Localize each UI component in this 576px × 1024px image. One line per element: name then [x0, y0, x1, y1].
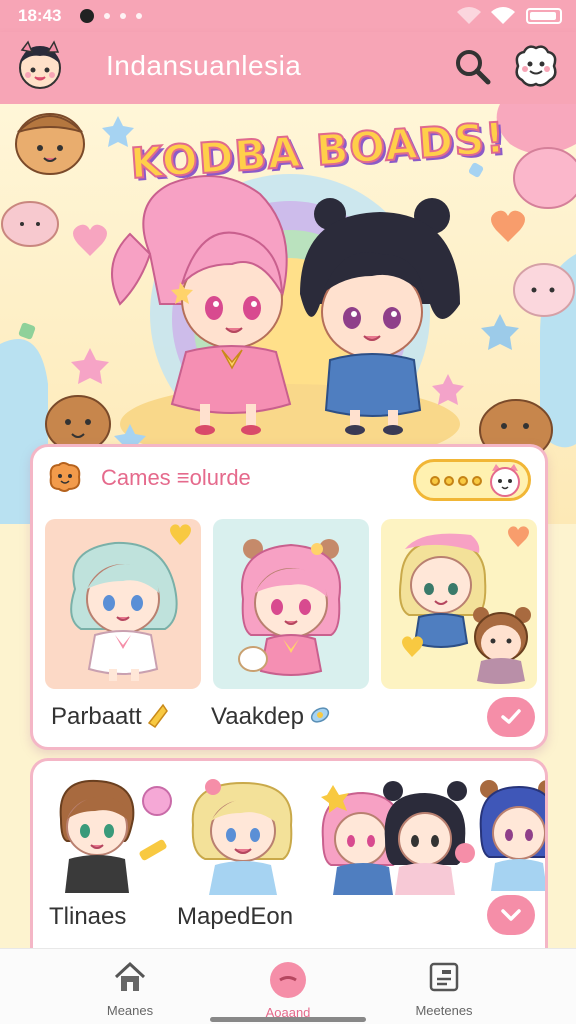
- mascot-icon[interactable]: [512, 44, 560, 88]
- character-label-2: MapedEon: [177, 903, 294, 930]
- wifi-icon: [491, 7, 515, 25]
- candy-icon: [310, 707, 330, 723]
- search-icon[interactable]: [452, 46, 492, 86]
- character-pastel-girl: [70, 524, 191, 681]
- nav-item-home[interactable]: Meanes: [70, 961, 190, 1018]
- favorite-button[interactable]: [487, 895, 535, 935]
- sparkle-icon: [147, 703, 168, 729]
- signal-icon: [457, 7, 481, 25]
- app-title: Indansuanlesia: [106, 50, 302, 81]
- app-bar: Indansuanlesia: [0, 32, 576, 104]
- game-tile-3[interactable]: [381, 519, 537, 689]
- status-time: 18:43: [18, 6, 62, 25]
- status-bar: 18:43: [0, 0, 576, 32]
- house-icon: [114, 961, 146, 991]
- nav-item-document[interactable]: Meetenes: [384, 961, 504, 1018]
- character-blonde-girl-and-bear: [399, 526, 531, 684]
- characters-card: Tlinaes MapedEon: [30, 758, 548, 948]
- battery-icon: [526, 8, 562, 24]
- confirm-button[interactable]: [487, 697, 535, 737]
- chevron-down-icon: [501, 909, 521, 921]
- game-tile-2-label: Vaakdep: [211, 703, 304, 730]
- games-section-title: Cames ≡olurde: [101, 465, 251, 490]
- bottom-nav: Meanes Aoaand Meetenes: [0, 948, 576, 1024]
- character-label-1: Tlinaes: [49, 903, 127, 930]
- character-pink-girl: [238, 539, 341, 676]
- nav-label-home: Meanes: [106, 1003, 154, 1018]
- game-tile-2[interactable]: [213, 519, 369, 689]
- notification-dots: [80, 9, 142, 23]
- character-row-illustration: [59, 779, 545, 895]
- points-pill[interactable]: [413, 459, 531, 501]
- cookie-icon: [49, 462, 81, 492]
- nav-item-center[interactable]: Aoaand: [228, 961, 348, 1020]
- game-tile-1[interactable]: [45, 519, 201, 689]
- document-icon: [429, 962, 459, 992]
- heart-circle-icon: [270, 962, 306, 998]
- checkmark-icon: [501, 709, 521, 724]
- game-tile-1-label: Parbaatt: [51, 703, 142, 730]
- cat-face-icon: [490, 464, 520, 497]
- profile-avatar[interactable]: [14, 40, 66, 92]
- games-card: Cames ≡olurde Parbaatt Vaakdep: [30, 444, 548, 750]
- nav-label-document: Meetenes: [415, 1003, 473, 1018]
- home-indicator[interactable]: [210, 1017, 366, 1022]
